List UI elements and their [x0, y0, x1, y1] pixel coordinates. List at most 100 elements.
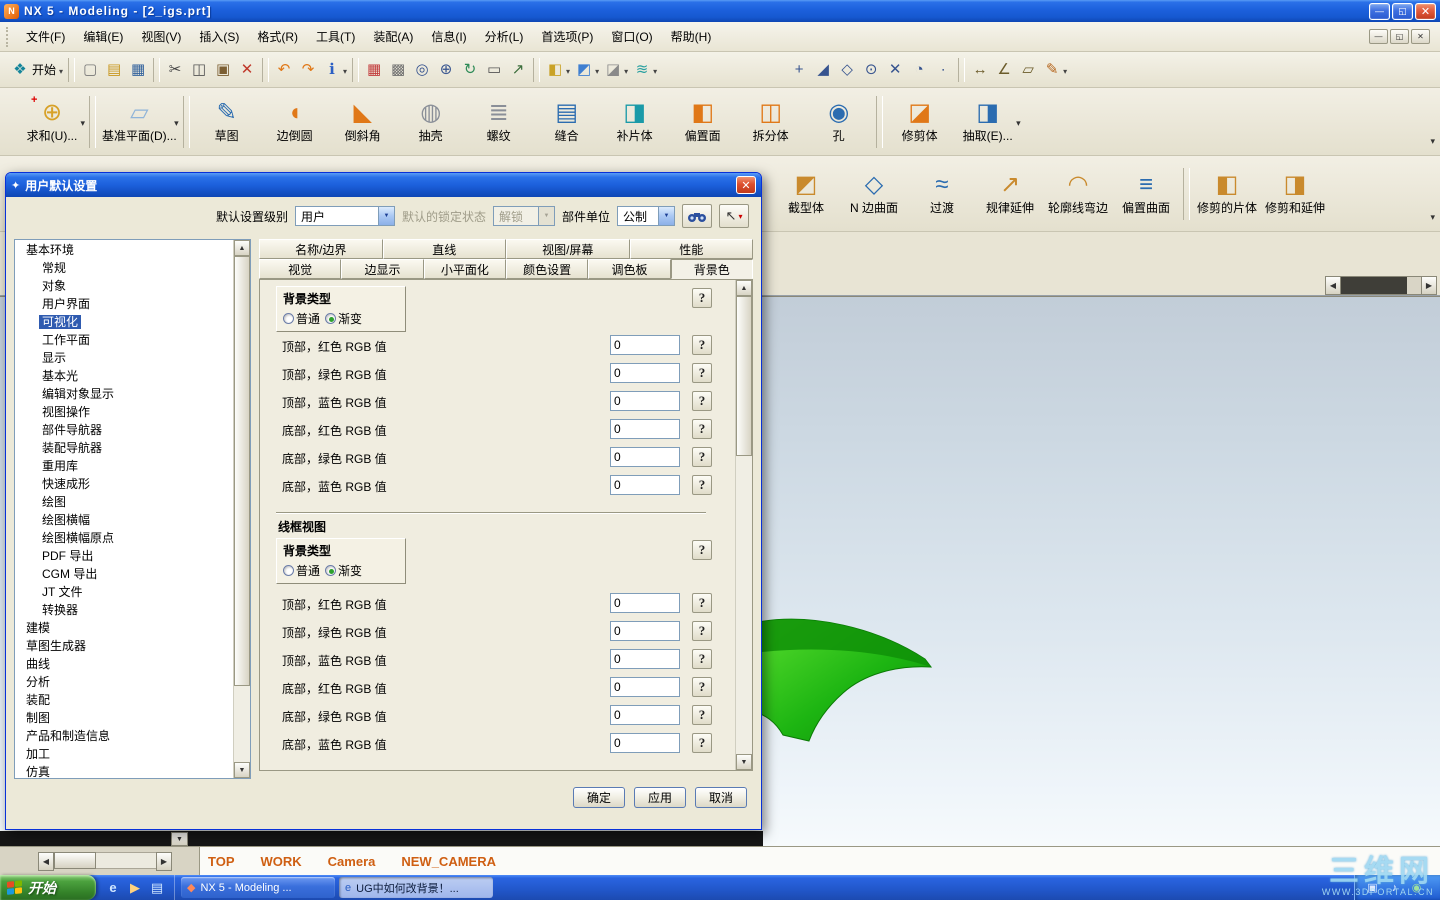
tree-item[interactable]: 编辑对象显示 — [15, 385, 233, 403]
task-nx-button[interactable]: ◆ NX 5 - Modeling ... — [181, 877, 335, 898]
feature-hole-button[interactable]: ◉ 孔 — [805, 91, 873, 153]
feature-extract-button[interactable]: ◨ 抽取(E)... — [954, 91, 1022, 153]
scrollbar-thumb[interactable] — [54, 852, 96, 869]
nx-start-menu-button[interactable]: ❖ 开始 — [8, 57, 65, 83]
measure-body-icon[interactable]: ▱ — [1016, 57, 1040, 83]
help-button[interactable] — [692, 391, 712, 411]
rgb-value-input[interactable] — [610, 705, 680, 725]
datum-display-icon[interactable]: ▦ — [362, 57, 386, 83]
help-button[interactable] — [692, 363, 712, 383]
tree-item[interactable]: 重用库 — [15, 457, 233, 475]
toolbar-grip[interactable] — [6, 26, 10, 47]
tab[interactable]: 视觉 — [259, 259, 342, 279]
help-button[interactable] — [692, 733, 712, 753]
manage-defaults-button[interactable]: ↖ ▾ — [719, 204, 749, 228]
menu-item[interactable]: 工具(T) — [307, 25, 364, 48]
save-icon[interactable]: ▦ — [126, 57, 150, 83]
radio-option[interactable]: 普通 — [283, 562, 320, 579]
undo-icon[interactable]: ↶ — [272, 57, 296, 83]
help-button[interactable] — [692, 621, 712, 641]
scroll-left-button[interactable]: ◀ — [38, 852, 54, 871]
help-button[interactable] — [692, 649, 712, 669]
rgb-value-input[interactable] — [610, 593, 680, 613]
surface-flange-button[interactable]: ◠ 轮廓线弯边 — [1044, 163, 1112, 225]
help-button[interactable] — [692, 705, 712, 725]
tree-item[interactable]: 基本环境 — [15, 241, 233, 259]
rotate-view-icon[interactable]: ↻ — [458, 57, 482, 83]
quicklaunch-desktop-icon[interactable]: ▤ — [148, 879, 166, 897]
tree-item[interactable]: 视图操作 — [15, 403, 233, 421]
annotation-icon[interactable]: ✎ — [1040, 57, 1069, 83]
surface-trimmed-sheet-button[interactable]: ◧ 修剪的片体 — [1193, 163, 1261, 225]
help-button[interactable] — [692, 419, 712, 439]
information-icon[interactable]: ℹ — [320, 57, 349, 83]
radio-option[interactable]: 渐变 — [325, 310, 362, 327]
scrollbar-thumb[interactable] — [234, 256, 250, 686]
scroll-down-button[interactable]: ▼ — [736, 754, 752, 770]
help-button[interactable] — [692, 475, 712, 495]
dialog-close-button[interactable] — [736, 176, 756, 194]
tree-item[interactable]: PDF 导出 — [15, 547, 233, 565]
tab[interactable]: 边显示 — [341, 259, 424, 279]
tree-item[interactable]: 常规 — [15, 259, 233, 277]
menu-item[interactable]: 分析(L) — [476, 25, 533, 48]
help-button[interactable] — [692, 593, 712, 613]
close-button[interactable] — [1415, 2, 1436, 20]
feature-trim-body-button[interactable]: ◪ 修剪体 — [886, 91, 954, 153]
feature-offset-face-button[interactable]: ◧ 偏置面 — [669, 91, 737, 153]
scroll-up-button[interactable]: ▲ — [736, 280, 752, 296]
tree-item[interactable]: 工作平面 — [15, 331, 233, 349]
zoom-icon[interactable]: ⊕ — [434, 57, 458, 83]
rgb-value-input[interactable] — [610, 733, 680, 753]
feature-shell-button[interactable]: ◍ 抽壳 — [397, 91, 465, 153]
tab[interactable]: 性能 — [629, 239, 753, 259]
rgb-value-input[interactable] — [610, 335, 680, 355]
menu-item[interactable]: 帮助(H) — [662, 25, 721, 48]
menu-item[interactable]: 插入(S) — [190, 25, 248, 48]
menu-item[interactable]: 装配(A) — [364, 25, 422, 48]
quicklaunch-ie-icon[interactable]: e — [104, 879, 122, 897]
tree-item[interactable]: 快速成形 — [15, 475, 233, 493]
surface-section-body-button[interactable]: ◩ 截型体 — [772, 163, 840, 225]
export-image-icon[interactable]: ↗ — [506, 57, 530, 83]
rgb-value-input[interactable] — [610, 391, 680, 411]
feature-sew-button[interactable]: ▤ 缝合 — [533, 91, 601, 153]
find-defaults-button[interactable] — [682, 204, 712, 228]
tree-item[interactable]: 对象 — [15, 277, 233, 295]
tree-item[interactable]: 仿真 — [15, 763, 233, 778]
feature-chamfer-button[interactable]: ◣ 倒斜角 — [329, 91, 397, 153]
dialog-titlebar[interactable]: 用户默认设置 — [6, 173, 761, 197]
tree-item[interactable]: 绘图横幅 — [15, 511, 233, 529]
feature-datum-plane-button[interactable]: ▱ 基准平面(D)... — [99, 91, 180, 153]
tab[interactable]: 视图/屏幕 — [506, 239, 630, 259]
tree-item[interactable]: 用户界面 — [15, 295, 233, 313]
surface-transition-button[interactable]: ≈ 过渡 — [908, 163, 976, 225]
tray-shield-icon[interactable]: ◉ — [1409, 880, 1424, 895]
start-button[interactable]: 开始 — [0, 875, 96, 900]
tree-item[interactable]: 建模 — [15, 619, 233, 637]
measure-angle-icon[interactable]: ∠ — [992, 57, 1016, 83]
tree-item[interactable]: 装配 — [15, 691, 233, 709]
mdi-minimize-button[interactable]: — — [1369, 29, 1388, 44]
redo-icon[interactable]: ↷ — [296, 57, 320, 83]
green-sheet-body[interactable] — [753, 609, 939, 749]
feature-thread-button[interactable]: ≣ 螺纹 — [465, 91, 533, 153]
tab[interactable]: 名称/边界 — [259, 239, 383, 259]
tree-item[interactable]: 绘图 — [15, 493, 233, 511]
help-button[interactable] — [692, 288, 712, 308]
snap-intersection-icon[interactable]: ✕ — [883, 57, 907, 83]
tree-item[interactable]: 转换器 — [15, 601, 233, 619]
render-style-icon[interactable]: ◪ — [601, 57, 630, 83]
feature-unite-button[interactable]: ⊕ 求和(U)... — [18, 91, 86, 153]
tree-item[interactable]: 分析 — [15, 673, 233, 691]
ok-button[interactable]: 确定 — [573, 787, 625, 808]
mdi-close-button[interactable]: ✕ — [1411, 29, 1430, 44]
orient-view-icon[interactable]: ◧ — [543, 57, 572, 83]
delete-icon[interactable]: ✕ — [235, 57, 259, 83]
scroll-down-button[interactable]: ▼ — [234, 762, 250, 778]
fit-view-icon[interactable]: ◎ — [410, 57, 434, 83]
units-combobox[interactable]: 公制 — [617, 206, 675, 226]
menu-item[interactable]: 信息(I) — [422, 25, 475, 48]
tray-input-icon[interactable]: ▣ — [1365, 880, 1380, 895]
scroll-right-button[interactable]: ▶ — [156, 852, 172, 871]
